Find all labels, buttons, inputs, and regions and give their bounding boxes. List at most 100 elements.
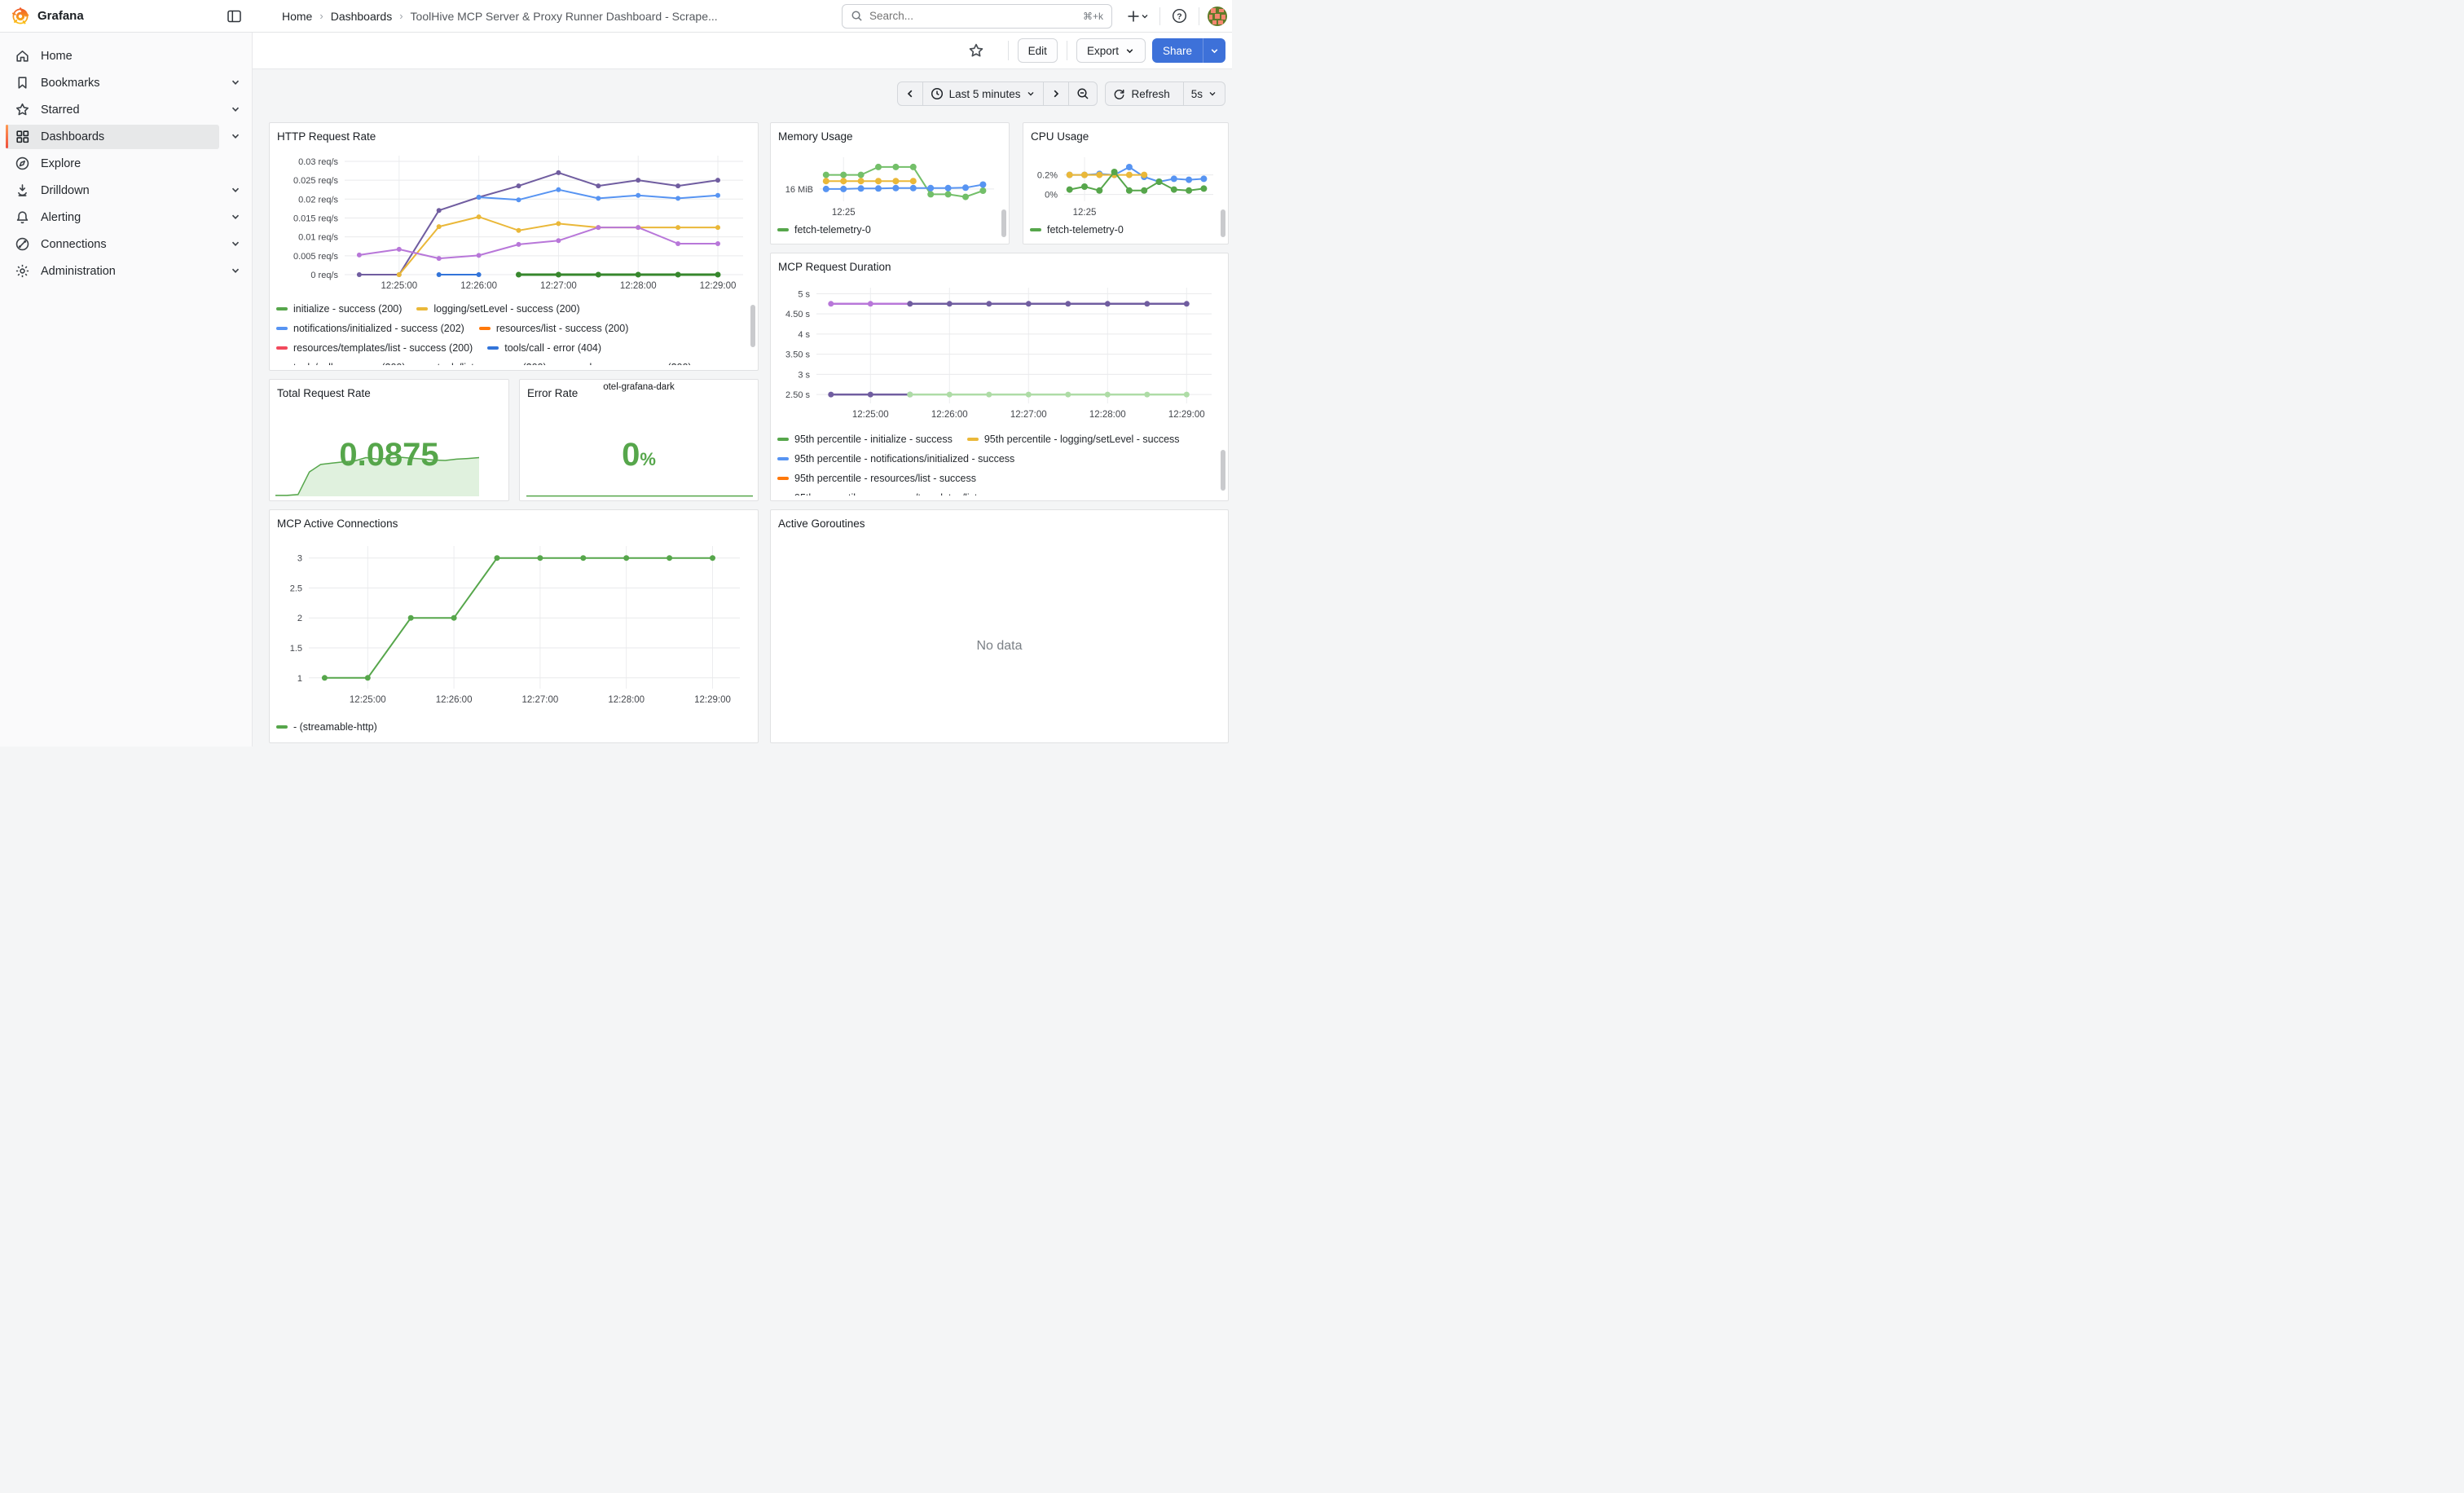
- refresh-button[interactable]: Refresh: [1106, 82, 1182, 105]
- svg-text:0.005 req/s: 0.005 req/s: [293, 252, 339, 262]
- panel-error-rate[interactable]: Error Rate otel-grafana-dark 0%: [519, 379, 759, 501]
- refresh-interval-picker[interactable]: 5s: [1183, 82, 1225, 105]
- legend-item[interactable]: resources/list - success (200): [479, 323, 629, 334]
- help-icon[interactable]: ?: [1168, 5, 1190, 27]
- svg-text:0 req/s: 0 req/s: [310, 271, 338, 280]
- svg-text:12:28:00: 12:28:00: [620, 281, 657, 291]
- svg-text:16 MiB: 16 MiB: [785, 185, 813, 195]
- zoom-out-button[interactable]: [1068, 82, 1097, 105]
- legend-scrollbar[interactable]: [1221, 209, 1225, 237]
- sidebar-item-alerting[interactable]: Alerting: [6, 205, 219, 230]
- chevron-down-icon: [1026, 89, 1036, 99]
- sidebar-row: Drilldown: [0, 177, 252, 204]
- svg-text:0.025 req/s: 0.025 req/s: [293, 176, 339, 186]
- error-rate-value: 0%: [520, 437, 758, 473]
- refresh-interval-label: 5s: [1191, 88, 1203, 100]
- time-range-picker[interactable]: Last 5 minutes: [922, 82, 1044, 105]
- legend-item[interactable]: 95th percentile - initialize - success: [777, 434, 953, 445]
- panel-active-goroutines[interactable]: Active Goroutines No data: [770, 509, 1229, 743]
- share-button[interactable]: Share: [1152, 38, 1203, 63]
- legend-item[interactable]: initialize - success (200): [276, 303, 402, 315]
- legend-item[interactable]: tools/call - error (404): [487, 342, 601, 354]
- sidebar-item-bookmarks[interactable]: Bookmarks: [6, 71, 219, 95]
- legend-item[interactable]: - (streamable-http): [276, 721, 377, 733]
- export-button[interactable]: Export: [1076, 38, 1146, 63]
- legend-item[interactable]: notifications/initialized - success (202…: [276, 323, 464, 334]
- dock-sidebar-icon[interactable]: [227, 10, 241, 23]
- legend-item[interactable]: 95th percentile - logging/setLevel - suc…: [967, 434, 1180, 445]
- panel-title: MCP Active Connections: [276, 517, 751, 535]
- svg-text:12:29:00: 12:29:00: [1168, 410, 1205, 420]
- nav-divider: [1159, 7, 1160, 25]
- http-request-rate-chart: 12:25:0012:26:0012:27:0012:28:0012:29:00…: [276, 148, 753, 296]
- sidebar-item-starred[interactable]: Starred: [6, 98, 219, 122]
- cpu-usage-chart: 12:250.2%0%: [1030, 146, 1223, 221]
- legend-item[interactable]: tools/list - success (200): [420, 362, 547, 365]
- dashboards-grid-icon: [15, 129, 30, 144]
- time-range-label: Last 5 minutes: [949, 88, 1021, 100]
- sidebar-item-explore[interactable]: Explore: [6, 152, 219, 176]
- time-range-back-button[interactable]: [898, 82, 922, 105]
- panel-mcp-request-duration[interactable]: MCP Request Duration 12:25:0012:26:0012:…: [770, 253, 1229, 501]
- svg-text:12:28:00: 12:28:00: [1089, 410, 1126, 420]
- panel-mcp-active-connections[interactable]: MCP Active Connections 12:25:0012:26:001…: [269, 509, 759, 743]
- sidebar-item-dashboards[interactable]: Dashboards: [6, 125, 219, 149]
- chevron-down-icon[interactable]: [230, 130, 241, 142]
- legend-item[interactable]: resources/templates/list - success (200): [276, 342, 473, 354]
- time-range-forward-button[interactable]: [1043, 82, 1068, 105]
- sidebar-item-connections[interactable]: Connections: [6, 232, 219, 257]
- svg-text:0%: 0%: [1045, 191, 1058, 200]
- legend-item[interactable]: 95th percentile - resources/templates/li…: [777, 492, 1023, 495]
- legend-item[interactable]: logging/setLevel - success (200): [416, 303, 579, 315]
- nav-actions: ⌘+k ?: [842, 4, 1232, 29]
- chevron-down-icon[interactable]: [230, 103, 241, 115]
- sidebar-item-administration[interactable]: Administration: [6, 259, 219, 284]
- breadcrumb-dashboards[interactable]: Dashboards: [331, 10, 393, 23]
- bell-icon: [15, 209, 30, 225]
- search-input-container[interactable]: ⌘+k: [842, 4, 1112, 29]
- sidebar-row: Bookmarks: [0, 69, 252, 96]
- legend-series-color: [276, 346, 288, 350]
- chevron-down-icon[interactable]: [230, 184, 241, 196]
- add-new-button[interactable]: [1124, 7, 1151, 26]
- dashboard-toolbar: Edit Export Share: [253, 33, 1232, 69]
- sidebar-item-drilldown[interactable]: Drilldown: [6, 178, 219, 203]
- svg-text:5 s: 5 s: [798, 289, 810, 299]
- share-menu-chevron[interactable]: [1203, 38, 1225, 63]
- legend-scrollbar[interactable]: [1221, 450, 1225, 491]
- chevron-down-icon[interactable]: [230, 265, 241, 276]
- legend-item[interactable]: 95th percentile - notifications/initiali…: [777, 453, 1014, 465]
- panel-memory-usage[interactable]: Memory Usage 12:2516 MiB fetch-telemetry…: [770, 122, 1010, 244]
- legend-item[interactable]: fetch-telemetry-0: [1030, 224, 1124, 236]
- legend-item[interactable]: fetch-telemetry-0: [777, 224, 871, 236]
- legend-scrollbar[interactable]: [750, 305, 755, 347]
- legend-scrollbar[interactable]: [1001, 209, 1006, 237]
- panel-cpu-usage[interactable]: CPU Usage 12:250.2%0% fetch-telemetry-0: [1023, 122, 1229, 244]
- edit-button[interactable]: Edit: [1018, 38, 1058, 63]
- zoom-out-icon: [1076, 87, 1089, 100]
- chevron-down-icon[interactable]: [230, 238, 241, 249]
- svg-text:0.03 req/s: 0.03 req/s: [298, 157, 338, 167]
- legend-item[interactable]: tools/call - success (200): [276, 362, 406, 365]
- dashboard-canvas: Last 5 minutes Refresh 5s: [253, 69, 1232, 746]
- chevron-down-icon[interactable]: [230, 77, 241, 88]
- chart-legend: fetch-telemetry-0: [777, 221, 1002, 239]
- nav-brand-section: Grafana: [0, 7, 253, 25]
- svg-text:4 s: 4 s: [798, 330, 810, 340]
- total-request-rate-value: 0.0875: [270, 437, 508, 473]
- panel-http-request-rate[interactable]: HTTP Request Rate 12:25:0012:26:0012:27:…: [269, 122, 759, 371]
- favorite-star-icon[interactable]: [965, 39, 988, 62]
- legend-series-color: [276, 725, 288, 729]
- svg-text:12:25:00: 12:25:00: [350, 695, 386, 705]
- legend-series-color: [479, 327, 491, 330]
- user-avatar[interactable]: [1208, 7, 1227, 26]
- error-rate-unit: %: [640, 449, 656, 469]
- legend-item[interactable]: 95th percentile - resources/list - succe…: [777, 473, 976, 484]
- search-input[interactable]: [869, 10, 1083, 22]
- grafana-logo-icon[interactable]: [11, 7, 29, 25]
- chevron-down-icon[interactable]: [230, 211, 241, 222]
- breadcrumb-home[interactable]: Home: [282, 10, 312, 23]
- sidebar-item-home[interactable]: Home: [6, 44, 219, 68]
- panel-total-request-rate[interactable]: Total Request Rate 0.0875: [269, 379, 509, 501]
- legend-item[interactable]: unknown - success (200): [561, 362, 692, 365]
